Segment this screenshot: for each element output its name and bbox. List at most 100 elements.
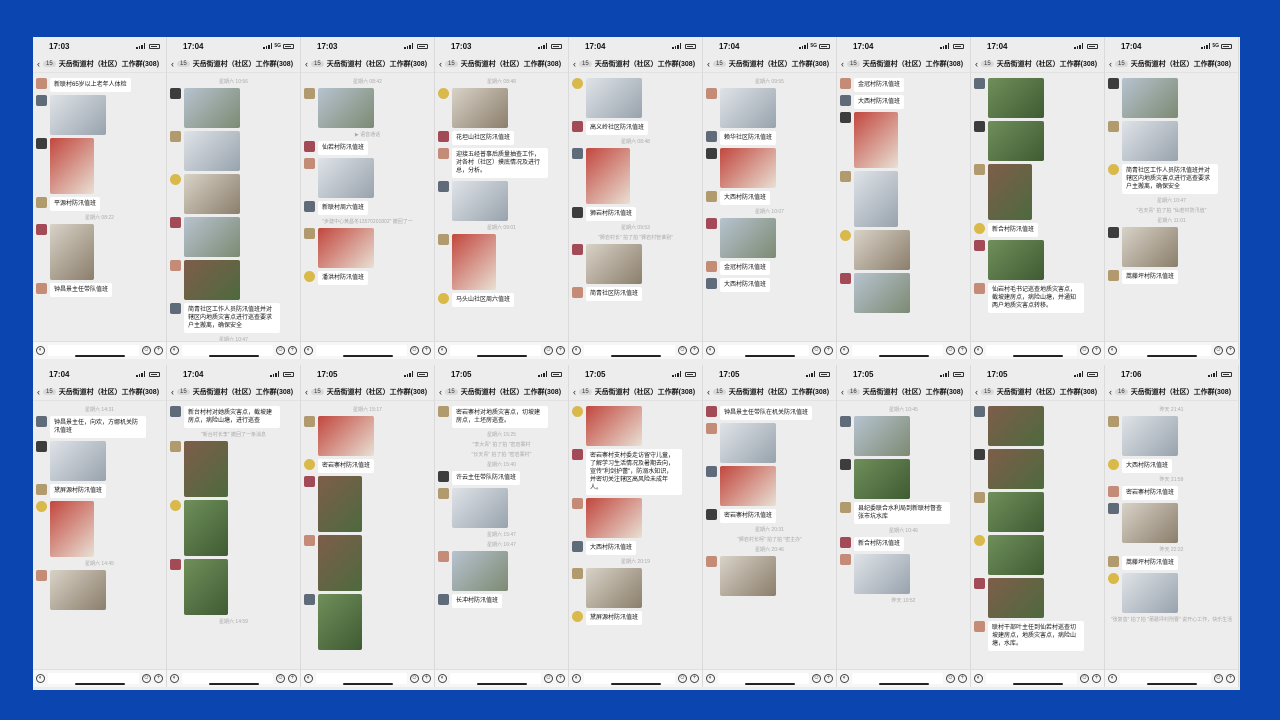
photo-message[interactable]: [1122, 573, 1178, 613]
avatar[interactable]: [840, 554, 851, 565]
emoji-icon[interactable]: ☺: [410, 346, 419, 355]
voice-icon[interactable]: ◐: [572, 346, 581, 355]
back-chevron-icon[interactable]: ‹: [1109, 387, 1112, 397]
avatar[interactable]: [438, 181, 449, 192]
avatar[interactable]: [36, 197, 47, 208]
emoji-icon[interactable]: ☺: [544, 346, 553, 355]
photo-message[interactable]: [184, 260, 240, 300]
photo-message[interactable]: [720, 466, 776, 506]
avatar[interactable]: [572, 449, 583, 460]
message-list[interactable]: 高义岭社区防汛值班 星期六 08:48 狮岩村防汛值班 星期六 09:53 "狮岩村长"…: [569, 73, 702, 341]
avatar[interactable]: [36, 416, 47, 427]
avatar[interactable]: [36, 138, 47, 149]
photo-message[interactable]: [1122, 121, 1178, 161]
message-bubble[interactable]: 大西村防汛值班: [854, 95, 905, 109]
photo-message[interactable]: [988, 449, 1044, 489]
voice-icon[interactable]: ◐: [840, 346, 849, 355]
avatar[interactable]: [438, 88, 449, 99]
back-chevron-icon[interactable]: ‹: [37, 387, 40, 397]
avatar[interactable]: [974, 578, 985, 589]
photo-message[interactable]: [318, 476, 362, 532]
plus-icon[interactable]: +: [288, 346, 297, 355]
message-list[interactable]: 星期六 09:55 赖华社区防汛值班 大西村防汛值班 星期六 10:07 金冠村防汛值班…: [703, 73, 836, 341]
photo-message[interactable]: [452, 181, 508, 221]
message-bubble[interactable]: 狮岩村防汛值班: [586, 207, 637, 221]
message-bubble[interactable]: 简青社区防汛值班: [586, 287, 643, 301]
message-bubble[interactable]: 新台村村对她质灾害点，截坡建房点，病险山塘，进行巡查: [184, 406, 280, 428]
message-bubble[interactable]: 金冠村防汛值班: [854, 78, 905, 92]
avatar[interactable]: [706, 261, 717, 272]
photo-message[interactable]: [184, 174, 240, 214]
photo-message[interactable]: [318, 158, 374, 198]
avatar[interactable]: [840, 416, 851, 427]
avatar[interactable]: [304, 201, 315, 212]
voice-icon[interactable]: ◐: [572, 674, 581, 683]
avatar[interactable]: [572, 498, 583, 509]
back-chevron-icon[interactable]: ‹: [37, 59, 40, 69]
back-chevron-icon[interactable]: ‹: [439, 59, 442, 69]
avatar[interactable]: [706, 131, 717, 142]
avatar[interactable]: [438, 471, 449, 482]
avatar[interactable]: [438, 488, 449, 499]
avatar[interactable]: [572, 78, 583, 89]
photo-message[interactable]: [586, 148, 630, 204]
avatar[interactable]: [572, 406, 583, 417]
photo-message[interactable]: [452, 551, 508, 591]
photo-message[interactable]: [988, 78, 1044, 118]
avatar[interactable]: [304, 228, 315, 239]
avatar[interactable]: [840, 112, 851, 123]
avatar[interactable]: [1108, 573, 1119, 584]
emoji-icon[interactable]: ☺: [1214, 346, 1223, 355]
photo-message[interactable]: [1122, 503, 1178, 543]
avatar[interactable]: [1108, 78, 1119, 89]
emoji-icon[interactable]: ☺: [678, 674, 687, 683]
avatar[interactable]: [1108, 164, 1119, 175]
avatar[interactable]: [706, 423, 717, 434]
voice-icon[interactable]: ◐: [706, 674, 715, 683]
message-bubble[interactable]: 大西村防汛值班: [586, 541, 637, 555]
photo-message[interactable]: [1122, 416, 1178, 456]
photo-message[interactable]: [586, 406, 642, 446]
back-chevron-icon[interactable]: ‹: [573, 59, 576, 69]
voice-icon[interactable]: ◐: [974, 674, 983, 683]
back-chevron-icon[interactable]: ‹: [171, 387, 174, 397]
voice-icon[interactable]: ◐: [706, 346, 715, 355]
photo-message[interactable]: [988, 164, 1032, 220]
avatar[interactable]: [974, 78, 985, 89]
photo-message[interactable]: [184, 559, 228, 615]
avatar[interactable]: [438, 293, 449, 304]
avatar[interactable]: [304, 141, 315, 152]
avatar[interactable]: [840, 171, 851, 182]
avatar[interactable]: [840, 95, 851, 106]
avatar[interactable]: [36, 441, 47, 452]
message-bubble[interactable]: 新合村防汛值班: [988, 223, 1039, 237]
voice-icon[interactable]: ◐: [304, 346, 313, 355]
emoji-icon[interactable]: ☺: [142, 346, 151, 355]
avatar[interactable]: [170, 260, 181, 271]
avatar[interactable]: [974, 406, 985, 417]
avatar[interactable]: [304, 459, 315, 470]
avatar[interactable]: [1108, 556, 1119, 567]
avatar[interactable]: [438, 131, 449, 142]
avatar[interactable]: [1108, 486, 1119, 497]
photo-message[interactable]: [720, 218, 776, 258]
photo-message[interactable]: [988, 492, 1044, 532]
avatar[interactable]: [170, 406, 181, 417]
avatar[interactable]: [170, 174, 181, 185]
back-chevron-icon[interactable]: ‹: [841, 387, 844, 397]
plus-icon[interactable]: +: [958, 674, 967, 683]
message-list[interactable]: 钟昌景主任带队在机关防汛值班 密岩寨村防汛值班 星期六 20:31 "狮岩村长柯" 拍…: [703, 401, 836, 669]
voice-icon[interactable]: ◐: [304, 674, 313, 683]
emoji-icon[interactable]: ☺: [1214, 674, 1223, 683]
plus-icon[interactable]: +: [690, 674, 699, 683]
back-chevron-icon[interactable]: ‹: [707, 59, 710, 69]
photo-message[interactable]: [854, 416, 910, 456]
plus-icon[interactable]: +: [1226, 346, 1235, 355]
avatar[interactable]: [974, 283, 985, 294]
voice-icon[interactable]: ◐: [974, 346, 983, 355]
message-bubble[interactable]: 长冲村防汛值班: [452, 594, 503, 608]
message-bubble[interactable]: 黛屏源村防汛值班: [586, 611, 643, 625]
emoji-icon[interactable]: ☺: [1080, 674, 1089, 683]
message-bubble[interactable]: 蒿藤坪村防汛值班: [1122, 556, 1179, 570]
avatar[interactable]: [170, 88, 181, 99]
